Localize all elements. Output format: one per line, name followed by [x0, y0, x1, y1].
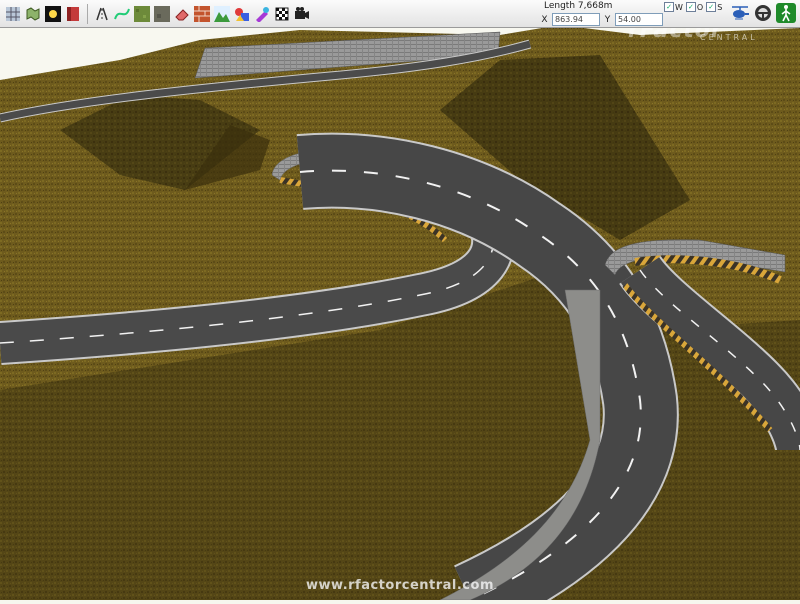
- mode-buttons: [730, 3, 796, 23]
- curve-tool-icon[interactable]: [113, 4, 131, 24]
- terrain-grid-icon[interactable]: [4, 4, 22, 24]
- track-length: Length 7,668m: [544, 1, 613, 11]
- view-options: ✓ W ✓ O ✓ S: [664, 2, 722, 12]
- y-coordinate-field[interactable]: [615, 13, 663, 26]
- y-label: Y: [604, 14, 611, 25]
- x-coordinate-field[interactable]: [552, 13, 600, 26]
- check-icon: ✓: [664, 2, 674, 12]
- watermark-subtitle: CENTRAL: [700, 33, 758, 42]
- grass-texture-icon[interactable]: [133, 4, 151, 24]
- road-spline-icon[interactable]: [93, 4, 111, 24]
- checkbox-s[interactable]: ✓ S: [706, 2, 722, 12]
- watermark-url: www.rfactorcentral.com: [306, 578, 494, 593]
- steering-wheel-icon[interactable]: [753, 3, 773, 23]
- coordinates-row: X Y: [540, 13, 663, 26]
- paint-icon[interactable]: [253, 4, 271, 24]
- eraser-icon[interactable]: [173, 4, 191, 24]
- walk-mode-icon[interactable]: [776, 3, 796, 23]
- track-scene: [0, 0, 800, 604]
- checkbox-w[interactable]: ✓ W: [664, 2, 683, 12]
- check-icon: ✓: [685, 2, 696, 12]
- rock-texture-icon[interactable]: [153, 4, 171, 24]
- red-texture-icon[interactable]: [64, 4, 82, 24]
- map-outline-icon[interactable]: [24, 4, 42, 24]
- checkered-flag-icon[interactable]: [273, 4, 291, 24]
- main-toolbar: Length 7,668m X Y ✓ W ✓ O ✓ S: [0, 0, 800, 28]
- sun-lighting-icon[interactable]: [44, 4, 62, 24]
- objects-icon[interactable]: [233, 4, 251, 24]
- tool-buttons: [0, 3, 311, 24]
- camera-icon[interactable]: [293, 4, 311, 24]
- checkbox-w-label: W: [675, 2, 683, 12]
- track-info-panel: Length 7,668m X Y: [540, 0, 664, 27]
- toolbar-separator: [87, 3, 88, 24]
- track-3d-viewport[interactable]: rFactor CENTRAL www.rfactorcentral.com: [0, 0, 800, 604]
- helicopter-view-icon[interactable]: [730, 3, 750, 23]
- checkbox-o[interactable]: ✓ O: [685, 2, 704, 12]
- landscape-icon[interactable]: [213, 4, 231, 24]
- checkbox-s-label: S: [717, 2, 723, 12]
- check-icon: ✓: [706, 2, 717, 12]
- brick-wall-icon[interactable]: [193, 4, 211, 24]
- checkbox-o-label: O: [696, 2, 704, 12]
- x-label: X: [541, 14, 548, 25]
